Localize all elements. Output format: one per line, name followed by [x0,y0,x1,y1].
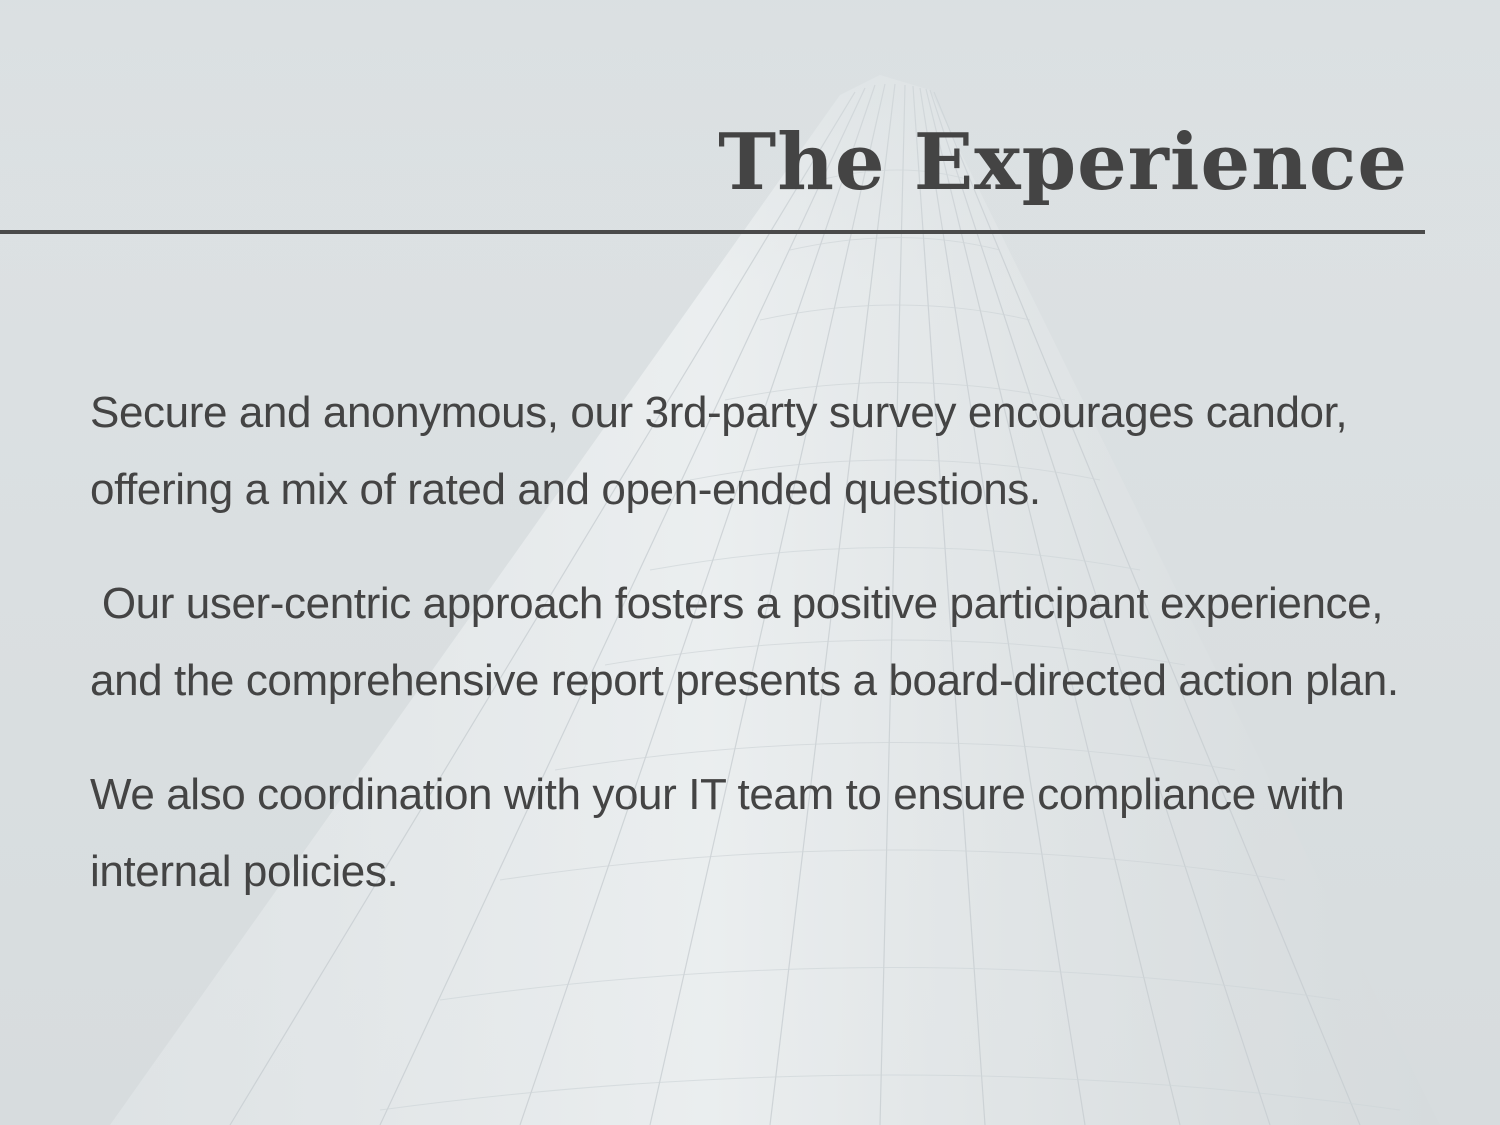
paragraph-secure-survey: Secure and anonymous, our 3rd-party surv… [90,388,1360,514]
body-text: Secure and anonymous, our 3rd-party surv… [90,374,1450,947]
paragraph-it-coordination: We also coordination with your IT team t… [90,770,1357,896]
slide: The Experience Secure and anonymous, our… [0,0,1500,1125]
paragraph-user-centric: Our user-centric approach fosters a posi… [90,579,1399,705]
slide-title: The Experience [718,117,1408,208]
title-divider [0,230,1425,234]
